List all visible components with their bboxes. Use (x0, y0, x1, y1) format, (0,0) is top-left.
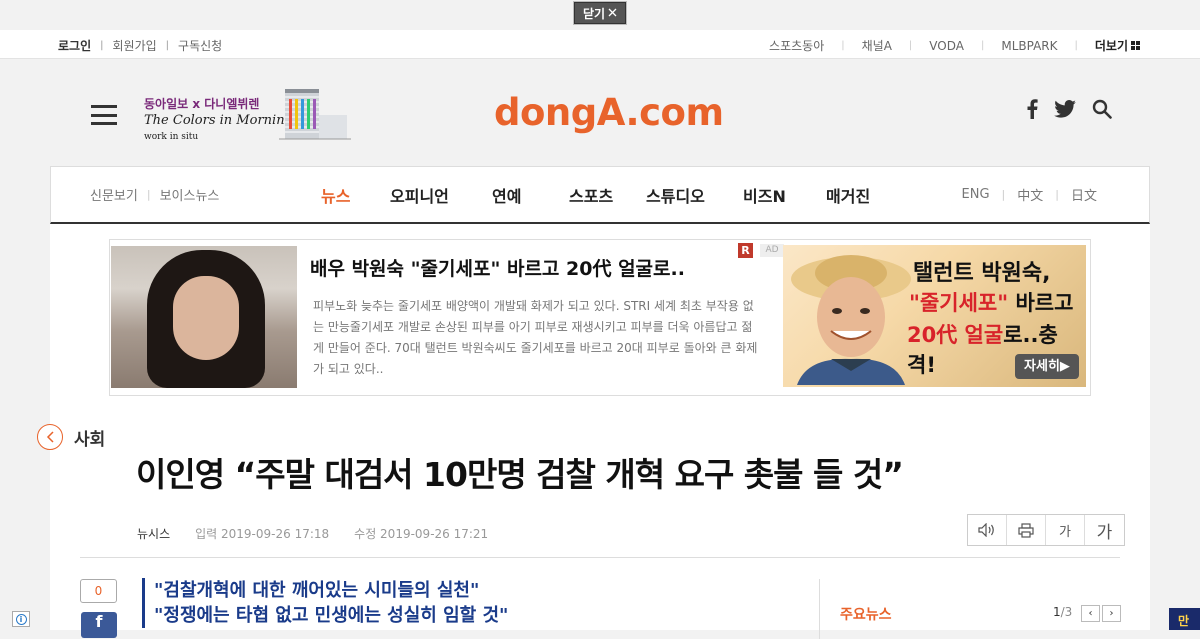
page-current: 1 (1053, 605, 1061, 619)
more-button[interactable]: 더보기 (1095, 37, 1140, 54)
nav-item-news[interactable]: 뉴스 (321, 183, 350, 207)
article-subhead: "검찰개혁에 대한 깨어있는 시미들의 실천" "정쟁에는 타협 없고 민생에는… (142, 578, 508, 628)
building-illustration (279, 89, 351, 140)
top-utility-bar: 로그인 | 회원가입 | 구독신청 스포츠동아 | 채널A | VODA | M… (0, 30, 1200, 59)
lang-japanese[interactable]: 日文 (1071, 185, 1097, 204)
separator: | (841, 40, 845, 51)
ad-body-text[interactable]: 피부노화 늦추는 줄기세포 배양액이 개발돼 화제가 되고 있다. STRI 세… (313, 296, 759, 380)
close-label: 닫기 (582, 6, 606, 21)
login-link[interactable]: 로그인 (58, 37, 91, 54)
ad-promo-highlight: "줄기세포" (909, 291, 1009, 315)
link-sports-donga[interactable]: 스포츠동아 (769, 37, 824, 54)
ad-info-icon[interactable]: i (12, 611, 30, 627)
grid-icon (1131, 41, 1140, 50)
ad-headline[interactable]: 배우 박원숙 "줄기세포" 바르고 20代 얼굴로.. (310, 254, 685, 281)
close-bar: 닫기 (0, 0, 1200, 30)
close-icon (608, 6, 617, 20)
nav-item-magazine[interactable]: 매거진 (826, 183, 870, 207)
article-source: 뉴시스 (137, 527, 171, 541)
advertisement[interactable]: 배우 박원숙 "줄기세포" 바르고 20代 얼굴로.. 피부노화 늦추는 줄기세… (109, 239, 1091, 396)
ad-mark: AD (760, 244, 784, 257)
nav-item-bizn[interactable]: 비즈N (743, 183, 786, 207)
font-decrease-button[interactable]: 가 (1046, 515, 1085, 545)
campaign-banner[interactable]: 동아일보 x 다니엘뷔렌 The Colors in Morning Calm … (141, 85, 354, 143)
ad-r-mark: R (738, 243, 753, 258)
separator: | (1074, 40, 1078, 51)
subhead-line-1: "검찰개혁에 대한 깨어있는 시미들의 실천" (154, 580, 480, 601)
section-label[interactable]: 사회 (74, 425, 105, 450)
ad-more-button[interactable]: 자세히▶ (1015, 354, 1079, 379)
nav-item-opinion[interactable]: 오피니언 (390, 183, 449, 207)
sidebar-pagination: 1/3 (1053, 605, 1072, 619)
share-count[interactable]: 0 (80, 579, 117, 603)
ad-person-illustration (791, 255, 911, 385)
article-edit-time: 수정 2019-09-26 17:21 (354, 527, 489, 541)
nav-item-sports[interactable]: 스포츠 (569, 183, 613, 207)
separator: | (908, 40, 913, 51)
donga-logo[interactable]: dongA.com (494, 91, 724, 134)
column-divider (819, 579, 820, 639)
separator: | (146, 188, 151, 201)
subhead-line-2: "정쟁에는 타협 없고 민생에는 성실히 임할 것" (154, 605, 509, 626)
ad-promo-image[interactable]: 탤런트 박원숙, "줄기세포" 바르고 20代 얼굴로..충격! 자세히▶ (783, 245, 1086, 387)
ad-promo-highlight: 20代 얼굴 (907, 323, 1004, 347)
link-mlbpark[interactable]: MLBPARK (1001, 39, 1057, 53)
nav-newspaper-view[interactable]: 신문보기 (90, 185, 138, 204)
font-increase-button[interactable]: 가 (1085, 515, 1124, 545)
site-header: 동아일보 x 다니엘뷔렌 The Colors in Morning Calm … (0, 60, 1200, 166)
banner-line-1: 동아일보 x 다니엘뷔렌 (144, 97, 260, 111)
ad-photo[interactable] (111, 246, 297, 388)
article-input-time: 입력 2019-09-26 17:18 (195, 527, 330, 541)
twitter-icon[interactable] (1054, 100, 1076, 118)
nav-voice-news[interactable]: 보이스뉴스 (160, 185, 220, 204)
more-label: 더보기 (1094, 39, 1128, 53)
link-channel-a[interactable]: 채널A (862, 37, 892, 54)
divider (80, 557, 1120, 558)
signup-link[interactable]: 회원가입 (113, 37, 157, 54)
banner-line-3: work in situ (144, 132, 199, 142)
ad-promo-text: 바르고 (1008, 291, 1074, 315)
subscribe-link[interactable]: 구독신청 (178, 37, 222, 54)
edge-ad[interactable]: 만 (1169, 608, 1200, 630)
speaker-icon[interactable] (968, 515, 1007, 545)
ad-promo-line-1: 탤런트 박원숙, (913, 261, 1051, 286)
back-arrow-icon[interactable] (37, 424, 63, 450)
section-header: 사회 (37, 424, 105, 450)
next-page-icon[interactable]: › (1102, 605, 1121, 622)
sns-links (1026, 99, 1112, 119)
search-icon[interactable] (1092, 99, 1112, 119)
print-icon[interactable] (1007, 515, 1046, 545)
facebook-icon[interactable] (1026, 99, 1038, 119)
article-meta: 뉴시스 입력 2019-09-26 17:18 수정 2019-09-26 17… (137, 525, 488, 542)
separator: | (1001, 188, 1006, 201)
close-button[interactable]: 닫기 (573, 1, 627, 25)
facebook-share-icon[interactable]: f (81, 612, 117, 638)
article-title: 이인영 “주말 대검서 10만명 검찰 개혁 요구 촛불 들 것” (136, 455, 904, 494)
hamburger-menu-icon[interactable] (91, 105, 117, 125)
ad-promo-line-2: "줄기세포" 바르고 (909, 287, 1073, 317)
separator: | (980, 40, 985, 51)
article-content-area: 배우 박원숙 "줄기세포" 바르고 20代 얼굴로.. 피부노화 늦추는 줄기세… (37, 224, 1150, 639)
lang-english[interactable]: ENG (962, 187, 990, 202)
nav-item-studio[interactable]: 스튜디오 (646, 183, 705, 207)
separator: | (100, 40, 104, 51)
article-tools: 가 가 (967, 514, 1125, 546)
separator: | (1055, 188, 1059, 201)
separator: | (165, 40, 170, 51)
main-navigation: 신문보기 | 보이스뉴스 뉴스 오피니언 연예 스포츠 스튜디오 비즈N 매거진… (50, 166, 1150, 224)
link-voda[interactable]: VODA (929, 39, 964, 53)
nav-item-entertainment[interactable]: 연예 (492, 183, 521, 207)
sidebar-title[interactable]: 주요뉴스 (840, 604, 892, 624)
page-total: /3 (1060, 605, 1073, 619)
prev-page-icon[interactable]: ‹ (1081, 605, 1100, 622)
lang-chinese[interactable]: 中文 (1017, 185, 1043, 204)
sidebar-nav: ‹ › (1081, 605, 1121, 622)
